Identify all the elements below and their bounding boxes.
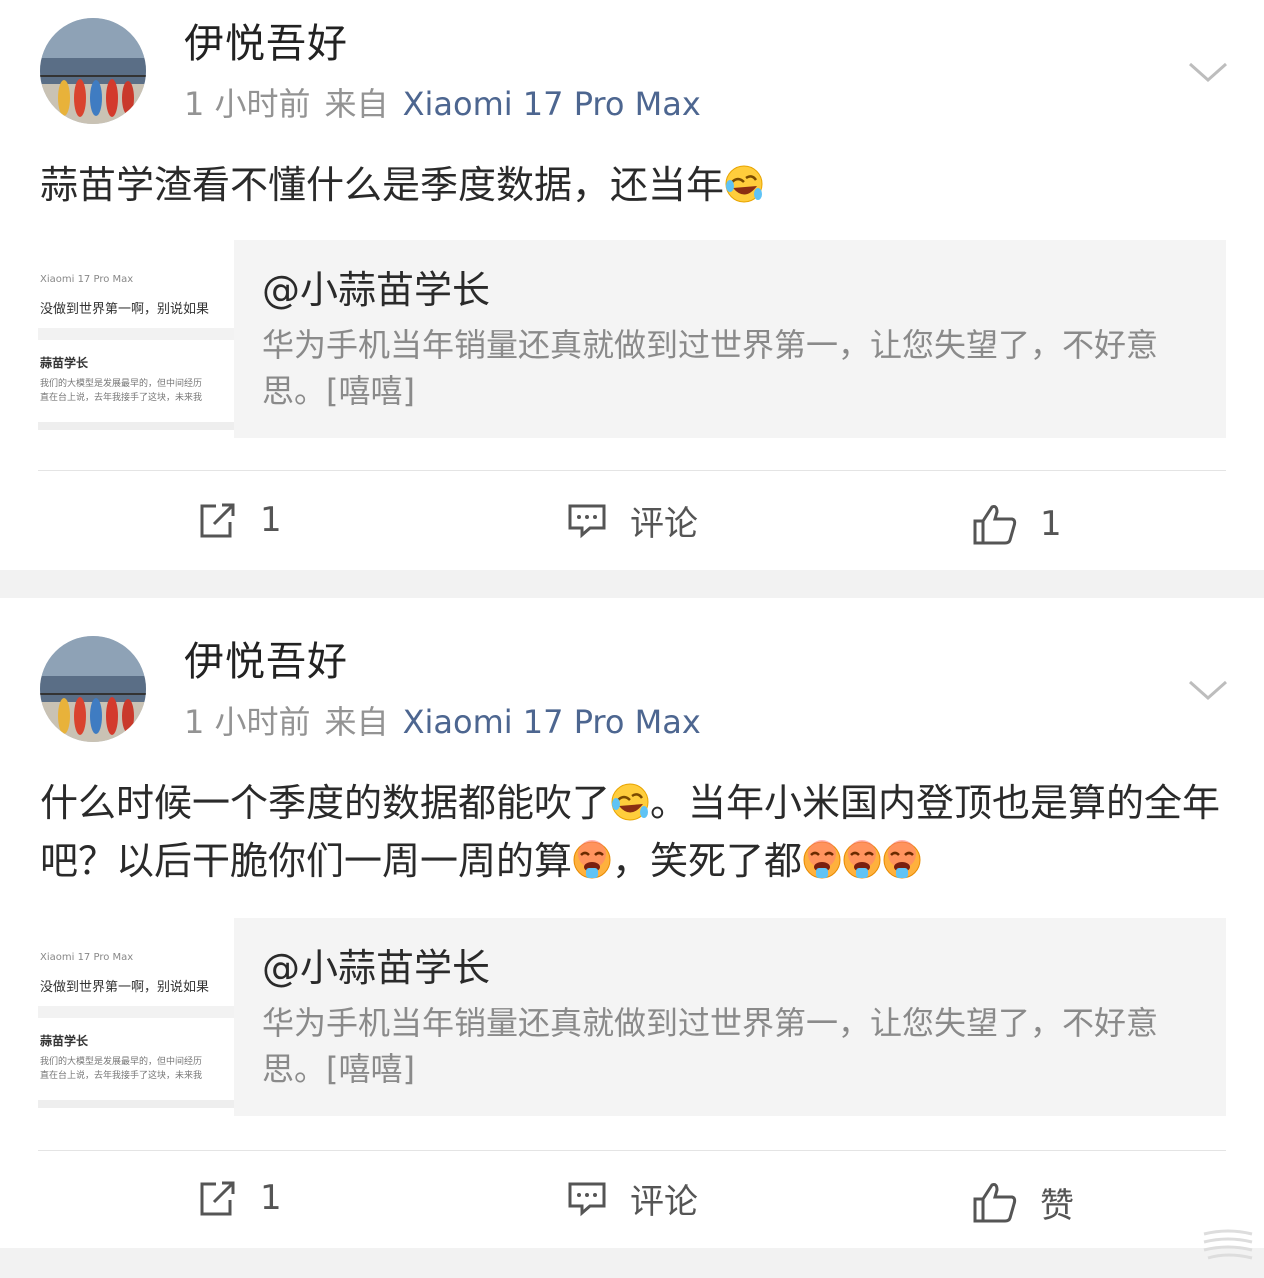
from-label: 来自: [324, 703, 389, 741]
thumb-separator: [38, 328, 234, 340]
hot-face-emoji: [572, 840, 612, 880]
device-source-link[interactable]: Xiaomi 17 Pro Max: [403, 703, 701, 741]
watermark-icon: [1198, 1226, 1258, 1262]
quoted-text: 华为手机当年销量还真就做到过世界第一，让您失望了，不好意思。[嘻嘻]: [262, 1004, 1159, 1088]
thumbs-up-icon: [973, 1183, 1017, 1223]
device-source-link[interactable]: Xiaomi 17 Pro Max: [403, 85, 701, 123]
share-icon: [200, 1181, 235, 1216]
comment-button[interactable]: 评论: [566, 490, 698, 550]
user-avatar[interactable]: [40, 636, 146, 742]
quoted-text: 华为手机当年销量还真就做到过世界第一，让您失望了，不好意思。[嘻嘻]: [262, 326, 1159, 410]
post-card[interactable]: 伊悦吾好 1 小时前 来自 Xiaomi 17 Pro Max 什么时候一个季度的数…: [0, 598, 1264, 1248]
repost-button[interactable]: 1: [196, 490, 282, 550]
laugh-cry-emoji: [724, 164, 764, 204]
post-meta: 1 小时前 来自 Xiaomi 17 Pro Max: [184, 84, 701, 124]
weibo-feed: 伊悦吾好 1 小时前 来自 Xiaomi 17 Pro Max 蒜苗学渣看不懂什么是…: [0, 0, 1264, 1278]
thumb-text: 直在台上说，去年我接手了这块，未来我: [40, 393, 203, 403]
chevron-down-icon[interactable]: [1186, 58, 1230, 86]
comment-label: 评论: [630, 503, 698, 544]
post-text-part: 什么时候一个季度的数据都能吹了: [40, 781, 611, 825]
quoted-user[interactable]: @小蒜苗学长: [262, 266, 490, 314]
thumb-bar: [38, 1100, 234, 1108]
quoted-post-thumbnail[interactable]: Xiaomi 17 Pro Max 没做到世界第一啊，别说如果 蒜苗学长 我们的…: [38, 918, 234, 1116]
thumb-text: 我们的大模型是发展最早的，但中间经历: [40, 379, 203, 389]
thumb-name: 蒜苗学长: [40, 1034, 89, 1048]
post-meta: 1 小时前 来自 Xiaomi 17 Pro Max: [184, 702, 701, 742]
thumb-text: 直在台上说，去年我接手了这块，未来我: [40, 1071, 203, 1081]
post-text-part: ，笑死了都: [612, 839, 803, 883]
username[interactable]: 伊悦吾好: [184, 20, 348, 68]
post-text: 蒜苗学渣看不懂什么是季度数据，还当年: [40, 156, 1230, 214]
comment-button[interactable]: 评论: [566, 1168, 698, 1228]
comment-icon: [568, 504, 606, 539]
repost-count: 1: [260, 500, 282, 540]
post-time: 1 小时前: [184, 85, 311, 123]
like-count: 1: [1040, 504, 1062, 544]
thumb-device: Xiaomi 17 Pro Max: [40, 952, 134, 963]
quoted-post[interactable]: Xiaomi 17 Pro Max 没做到世界第一啊，别说如果 蒜苗学长 我们的…: [38, 918, 1226, 1116]
divider: [38, 470, 1226, 471]
comment-icon: [568, 1182, 606, 1217]
thumb-text: 没做到世界第一啊，别说如果: [40, 980, 210, 995]
post-text: 什么时候一个季度的数据都能吹了 。当年小米国内登顶也是算的全年吧？以后干脆你们一…: [40, 774, 1230, 890]
from-label: 来自: [324, 85, 389, 123]
thumb-text: 没做到世界第一啊，别说如果: [40, 302, 210, 317]
like-label: 赞: [1040, 1185, 1074, 1226]
thumbs-up-icon: [973, 505, 1017, 545]
chevron-down-icon[interactable]: [1186, 676, 1230, 704]
thumb-separator: [38, 1006, 234, 1018]
hot-face-emoji: [802, 840, 842, 880]
comment-label: 评论: [630, 1181, 698, 1222]
like-button[interactable]: 赞: [972, 1172, 1074, 1232]
repost-count: 1: [260, 1178, 282, 1218]
user-avatar[interactable]: [40, 18, 146, 124]
quoted-user[interactable]: @小蒜苗学长: [262, 944, 490, 992]
username[interactable]: 伊悦吾好: [184, 638, 348, 686]
post-text-part: 蒜苗学渣看不懂什么是季度数据，还当年: [40, 163, 725, 207]
laugh-cry-emoji: [610, 782, 650, 822]
thumb-bar: [38, 422, 234, 430]
hot-face-emoji: [842, 840, 882, 880]
thumb-device: Xiaomi 17 Pro Max: [40, 274, 134, 285]
quoted-post[interactable]: Xiaomi 17 Pro Max 没做到世界第一啊，别说如果 蒜苗学长 我们的…: [38, 240, 1226, 438]
divider: [38, 1150, 1226, 1151]
like-button[interactable]: 1: [972, 494, 1062, 554]
thumb-text: 我们的大模型是发展最早的，但中间经历: [40, 1057, 203, 1067]
post-card[interactable]: 伊悦吾好 1 小时前 来自 Xiaomi 17 Pro Max 蒜苗学渣看不懂什么是…: [0, 0, 1264, 570]
thumb-name: 蒜苗学长: [40, 356, 89, 370]
repost-button[interactable]: 1: [196, 1168, 282, 1228]
hot-face-emoji: [882, 840, 922, 880]
post-time: 1 小时前: [184, 703, 311, 741]
quoted-post-thumbnail[interactable]: Xiaomi 17 Pro Max 没做到世界第一啊，别说如果 蒜苗学长 我们的…: [38, 240, 234, 438]
share-icon: [200, 503, 235, 538]
